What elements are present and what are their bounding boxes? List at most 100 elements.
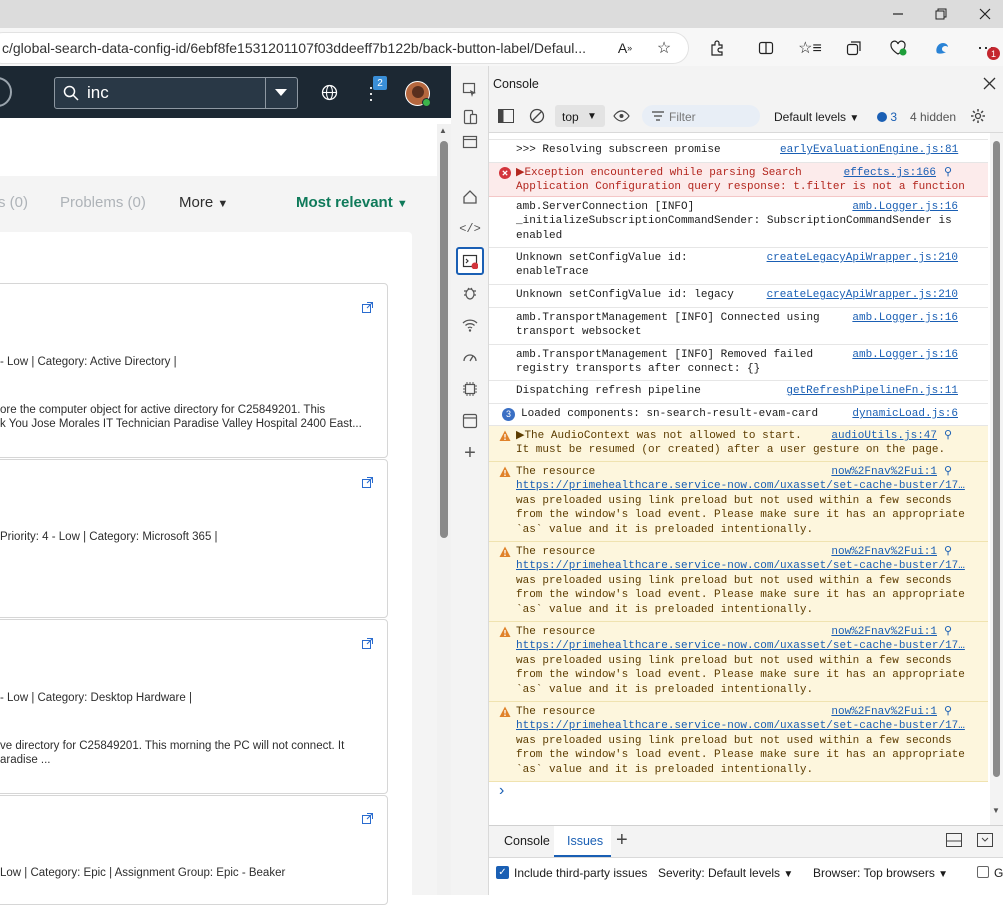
- result-card[interactable]: [0, 283, 388, 458]
- inspect-element-icon[interactable]: [456, 76, 484, 104]
- source-link[interactable]: createLegacyApiWrapper.js:210: [758, 288, 958, 302]
- extensions-icon[interactable]: [704, 36, 730, 60]
- browser-dropdown[interactable]: Browser: Top browsers ▼: [813, 866, 948, 880]
- source-link[interactable]: createLegacyApiWrapper.js:210: [758, 251, 958, 265]
- split-screen-icon[interactable]: [753, 36, 779, 60]
- source-link[interactable]: amb.Logger.js:16: [839, 311, 958, 325]
- source-link[interactable]: amb.Logger.js:16: [839, 200, 958, 214]
- live-expression-eye-icon[interactable]: [613, 110, 630, 122]
- source-link[interactable]: now%2Fnav%2Fui:1: [819, 625, 937, 639]
- console-warning[interactable]: The resource https://primehealthcare.ser…: [489, 542, 988, 622]
- dock-icon[interactable]: [456, 128, 484, 156]
- console-warning[interactable]: The resource https://primehealthcare.ser…: [489, 622, 988, 702]
- group-by-checkbox[interactable]: [977, 866, 989, 878]
- restore-button[interactable]: [918, 0, 964, 28]
- console-scroll-thumb[interactable]: [993, 141, 1000, 777]
- console-message[interactable]: Dispatching refresh pipeline getRefreshP…: [489, 381, 988, 404]
- console-message[interactable]: >>> Resolving subscreen promise earlyEva…: [489, 140, 988, 163]
- browser-essentials-icon[interactable]: [885, 36, 911, 60]
- close-window-button[interactable]: [962, 0, 1003, 28]
- console-icon[interactable]: [456, 247, 484, 275]
- scroll-down-icon[interactable]: ▼: [992, 806, 1000, 815]
- search-message-icon[interactable]: ⚲: [944, 465, 952, 479]
- console-message[interactable]: 3 Loaded components: sn-search-result-ev…: [489, 404, 988, 426]
- sort-dropdown[interactable]: Most relevant ▼: [296, 194, 408, 211]
- source-link[interactable]: effects.js:166: [818, 166, 936, 180]
- page-scroll-thumb[interactable]: [440, 141, 448, 538]
- scroll-up-icon[interactable]: ▲: [439, 126, 447, 135]
- log-levels-dropdown[interactable]: Default levels ▼: [774, 110, 859, 124]
- favorites-icon[interactable]: ☆≡: [797, 36, 823, 60]
- caret-down-icon: ▼: [783, 869, 794, 880]
- url-text[interactable]: c/global-search-data-config-id/6ebf8fe15…: [2, 40, 602, 56]
- sources-bug-icon[interactable]: [456, 279, 484, 307]
- search-message-icon[interactable]: ⚲: [944, 625, 952, 639]
- resource-link[interactable]: https://primehealthcare.service-now.com/…: [516, 479, 965, 493]
- search-scope-dropdown-icon[interactable]: [275, 89, 287, 97]
- memory-chip-icon[interactable]: [456, 375, 484, 403]
- search-input[interactable]: inc: [87, 83, 109, 103]
- search-message-icon[interactable]: ⚲: [944, 545, 952, 559]
- source-link[interactable]: now%2Fnav%2Fui:1: [819, 545, 937, 559]
- search-message-icon[interactable]: ⚲: [944, 166, 952, 180]
- edge-copilot-icon[interactable]: [929, 36, 955, 60]
- console-error[interactable]: ▶Exception encountered while parsing Sea…: [489, 163, 988, 197]
- source-link[interactable]: earlyEvaluationEngine.js:81: [780, 143, 958, 157]
- read-aloud-icon[interactable]: A»: [612, 36, 638, 60]
- collapse-drawer-icon[interactable]: [977, 833, 993, 847]
- resource-link[interactable]: https://primehealthcare.service-now.com/…: [516, 719, 965, 733]
- console-message[interactable]: amb.ServerConnection [INFO] _initializeS…: [489, 197, 988, 248]
- tab-more[interactable]: More ▼: [179, 194, 228, 211]
- globe-icon[interactable]: [321, 84, 338, 101]
- dock-drawer-icon[interactable]: [946, 833, 962, 847]
- console-warning[interactable]: The resource https://primehealthcare.ser…: [489, 462, 988, 542]
- source-link[interactable]: dynamicLoad.js:6: [838, 407, 958, 421]
- close-devtools-icon[interactable]: [983, 77, 996, 90]
- minimize-button[interactable]: [875, 0, 921, 28]
- favorite-star-icon[interactable]: ☆: [651, 36, 677, 60]
- network-wifi-icon[interactable]: [456, 311, 484, 339]
- add-drawer-tab-icon[interactable]: +: [616, 829, 628, 852]
- device-emulation-icon[interactable]: [456, 103, 484, 131]
- console-message[interactable]: amb.TransportManagement [INFO] Removed f…: [489, 345, 988, 381]
- severity-dropdown[interactable]: Severity: Default levels ▼: [658, 866, 793, 880]
- issues-counter[interactable]: 3: [877, 110, 897, 124]
- drawer-tab-issues[interactable]: Issues: [567, 834, 603, 848]
- result-card[interactable]: [0, 795, 388, 905]
- console-input[interactable]: [515, 784, 985, 802]
- resource-link[interactable]: https://primehealthcare.service-now.com/…: [516, 639, 965, 653]
- message-text: Unknown setConfigValue id: legacy: [516, 289, 734, 301]
- collections-icon[interactable]: [841, 36, 867, 60]
- console-message[interactable]: Unknown setConfigValue id: enableTrace c…: [489, 248, 988, 285]
- add-tool-icon[interactable]: +: [456, 439, 484, 467]
- welcome-home-icon[interactable]: [456, 183, 484, 211]
- message-text: The resource: [516, 546, 596, 558]
- result-card[interactable]: [0, 619, 388, 794]
- console-message[interactable]: Unknown setConfigValue id: legacy create…: [489, 285, 988, 308]
- source-link[interactable]: getRefreshPipelineFn.js:11: [779, 384, 958, 398]
- clear-console-icon[interactable]: [529, 108, 545, 124]
- application-icon[interactable]: [456, 407, 484, 435]
- source-link[interactable]: audioUtils.js:47: [819, 429, 937, 443]
- search-message-icon[interactable]: ⚲: [944, 429, 952, 443]
- source-link[interactable]: now%2Fnav%2Fui:1: [819, 705, 937, 719]
- elements-icon[interactable]: </>: [456, 215, 484, 243]
- performance-gauge-icon[interactable]: [456, 343, 484, 371]
- open-in-new-icon[interactable]: [362, 477, 373, 488]
- drawer-tab-console[interactable]: Console: [504, 834, 550, 848]
- open-in-new-icon[interactable]: [362, 302, 373, 313]
- console-warning[interactable]: The resource https://primehealthcare.ser…: [489, 702, 988, 782]
- tab-problems[interactable]: Problems (0): [60, 194, 146, 211]
- source-link[interactable]: now%2Fnav%2Fui:1: [819, 465, 937, 479]
- open-in-new-icon[interactable]: [362, 638, 373, 649]
- source-link[interactable]: amb.Logger.js:16: [839, 348, 958, 362]
- console-warning[interactable]: ▶The AudioContext was not allowed to sta…: [489, 426, 988, 462]
- search-message-icon[interactable]: ⚲: [944, 705, 952, 719]
- sidebar-toggle-icon[interactable]: [498, 109, 514, 123]
- open-in-new-icon[interactable]: [362, 813, 373, 824]
- tab-partial[interactable]: s (0): [0, 194, 28, 211]
- resource-link[interactable]: https://primehealthcare.service-now.com/…: [516, 559, 965, 573]
- console-settings-gear-icon[interactable]: [970, 108, 986, 124]
- include-third-party-checkbox[interactable]: ✓: [496, 866, 509, 879]
- console-message[interactable]: amb.TransportManagement [INFO] Connected…: [489, 308, 988, 345]
